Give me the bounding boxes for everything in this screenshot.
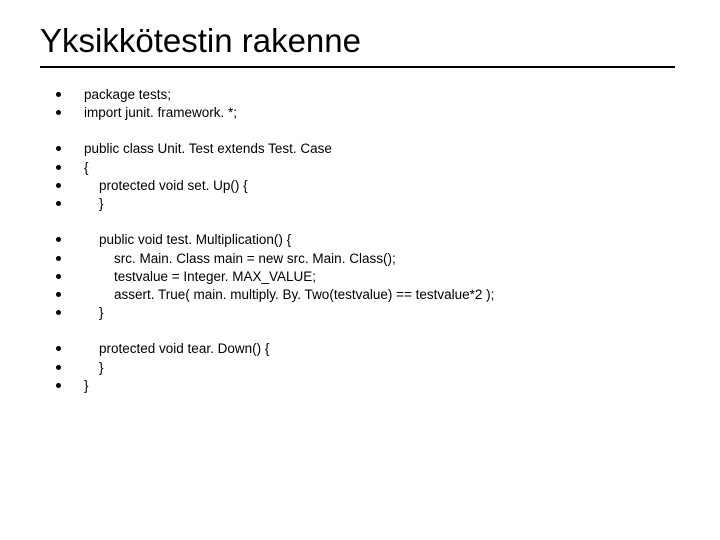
code-line: public class Unit. Test extends Test. Ca… — [48, 140, 680, 158]
code-line: { — [48, 159, 680, 177]
code-line: assert. True( main. multiply. By. Two(te… — [48, 286, 680, 304]
code-bullet-list: package tests;import junit. framework. *… — [48, 86, 680, 395]
code-line: testvalue = Integer. MAX_VALUE; — [48, 268, 680, 286]
slide: Yksikkötestin rakenne package tests;impo… — [0, 0, 720, 540]
title-underline — [40, 66, 675, 68]
code-line: protected void set. Up() { — [48, 177, 680, 195]
slide-title: Yksikkötestin rakenne — [40, 22, 680, 60]
code-line: public void test. Multiplication() { — [48, 231, 680, 249]
code-line: import junit. framework. *; — [48, 104, 680, 122]
code-line: } — [48, 359, 680, 377]
code-line: package tests; — [48, 86, 680, 104]
code-line: } — [48, 195, 680, 213]
code-line: } — [48, 377, 680, 395]
group-gap — [48, 122, 680, 140]
group-gap — [48, 213, 680, 231]
code-line: src. Main. Class main = new src. Main. C… — [48, 250, 680, 268]
group-gap — [48, 322, 680, 340]
code-line: } — [48, 304, 680, 322]
code-line: protected void tear. Down() { — [48, 340, 680, 358]
